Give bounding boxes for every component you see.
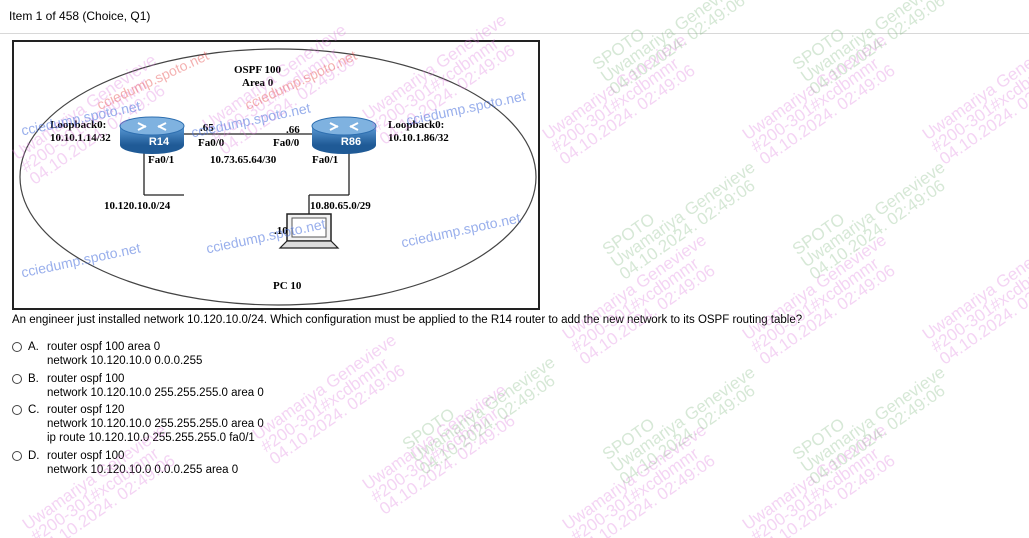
option-c-line-3: ip route 10.120.10.0 255.255.255.0 fa0/1 [47,432,255,444]
option-a[interactable]: A. router ospf 100 area 0 network 10.120… [12,340,312,370]
lan-r86-label: 10.80.65.0/29 [310,200,371,212]
watermark: SPOTO Uwamariya Genevieve 04.10.2024. 02… [598,362,759,489]
r14-fa00-label: Fa0/0 [198,137,225,149]
option-c-line-2: network 10.120.10.0 255.255.255.0 area 0 [47,418,264,430]
option-a-letter: A. [28,341,39,353]
watermark: Uwamariya Genevieve #200-301#xcdbmmr 04.… [738,420,899,538]
watermark: SPOTO Uwamariya Genevieve 04.10.2024. 02… [788,0,949,99]
area-subtitle: Area 0 [242,77,274,89]
option-c-letter: C. [28,404,40,416]
r14-name: R14 [148,136,170,148]
pc-laptop-icon [278,213,340,249]
watermark: Uwamariya Genevieve #200-301#xcdbmmr 04.… [918,30,1029,169]
option-c-radio[interactable] [12,405,22,415]
r14-host-octet: .65 [200,122,214,134]
network-diagram: OSPF 100 Area 0 Loopback0: 10.10.1.14/32… [12,40,540,310]
watermark: Uwamariya Genevieve #200-301#xcdbmmr 04.… [558,420,719,538]
option-d-line-2: network 10.120.10.0 0.0.0.255 area 0 [47,464,239,476]
option-a-radio[interactable] [12,342,22,352]
option-d-line-1: router ospf 100 [47,450,125,462]
pc-host-octet: .10 [274,225,288,237]
option-b-line-2: network 10.120.10.0 255.255.255.0 area 0 [47,387,264,399]
option-b-letter: B. [28,373,39,385]
r86-fa00-label: Fa0/0 [273,137,300,149]
watermark: SPOTO Uwamariya Genevieve 04.10.2024. 02… [788,157,949,284]
diagram-graphics [19,48,537,306]
option-d-radio[interactable] [12,451,22,461]
watermark: SPOTO Uwamariya Genevieve 04.10.2024. 02… [788,362,949,489]
r86-name: R86 [340,136,362,148]
ospf-area-ellipse [19,48,537,306]
r86-loopback-ip: 10.10.1.86/32 [388,132,449,144]
watermark: Uwamariya Genevieve #200-301#xcdbmmr 04.… [358,380,519,519]
item-header: Item 1 of 458 (Choice, Q1) [9,9,151,23]
watermark: Uwamariya Genevieve #200-301#xcdbmmr 04.… [738,30,899,169]
option-a-line-1: router ospf 100 area 0 [47,341,161,353]
r14-fa01-label: Fa0/1 [148,154,175,166]
r86-fa01-label: Fa0/1 [312,154,339,166]
header-divider [0,33,1029,34]
option-c-line-1: router ospf 120 [47,404,125,416]
question-text: An engineer just installed network 10.12… [12,314,803,326]
r14-loopback-label: Loopback0: [50,119,107,131]
r14-loopback-ip: 10.10.1.14/32 [50,132,111,144]
option-b-radio[interactable] [12,374,22,384]
watermark: SPOTO Uwamariya Genevieve 04.10.2024. 02… [398,352,559,479]
option-b[interactable]: B. router ospf 100 network 10.120.10.0 2… [12,372,312,402]
option-c[interactable]: C. router ospf 120 network 10.120.10.0 2… [12,403,312,447]
watermark: SPOTO Uwamariya Genevieve 04.10.2024. 02… [588,0,749,99]
link-network-label: 10.73.65.64/30 [210,154,277,166]
option-a-line-2: network 10.120.10.0 0.0.0.255 [47,355,203,367]
area-title: OSPF 100 [234,64,281,76]
r86-host-octet: .66 [286,124,300,136]
watermark: Uwamariya Genevieve #200-301#xcdbmmr 04.… [538,30,699,169]
watermark: Uwamariya Genevieve #200-301#xcdbmmr 04.… [558,230,719,369]
watermark: Uwamariya Genevieve #200-301#xcdbmmr 04.… [738,230,899,369]
watermark: SPOTO Uwamariya Genevieve 04.10.2024. 02… [598,157,759,284]
pc-name: PC 10 [273,280,302,292]
r86-loopback-label: Loopback0: [388,119,445,131]
option-b-line-1: router ospf 100 [47,373,125,385]
option-d[interactable]: D. router ospf 100 network 10.120.10.0 0… [12,449,312,479]
option-d-letter: D. [28,450,40,462]
watermark: Uwamariya Genevieve #200-301#xcdbmmr 04.… [918,230,1029,369]
lan-r14-label: 10.120.10.0/24 [104,200,171,212]
